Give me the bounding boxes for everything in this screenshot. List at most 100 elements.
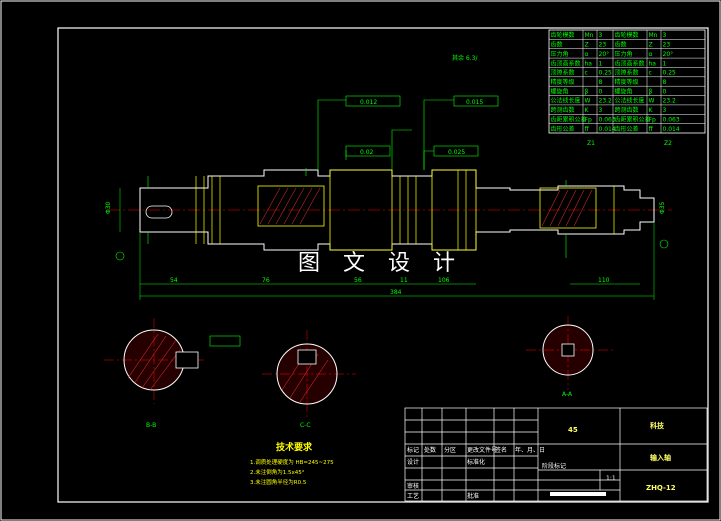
param-cell: 1 bbox=[599, 60, 603, 67]
param-cell: 齿形公差 bbox=[551, 125, 575, 133]
param-cell: 23.2 bbox=[663, 98, 677, 105]
tb-change-doc: 更改文件号 bbox=[467, 446, 497, 454]
param-cell: 3 bbox=[599, 32, 603, 39]
section-view-c: C-C bbox=[262, 330, 356, 429]
tb-approve: 批准 bbox=[467, 492, 479, 500]
table-footer-right: Z2 bbox=[664, 140, 672, 147]
param-cell: 3 bbox=[663, 32, 667, 39]
param-cell: 0.063 bbox=[663, 116, 680, 123]
section-label-cc: C-C bbox=[300, 422, 311, 429]
tolerance-4: 0.025 bbox=[448, 149, 465, 156]
tb-review: 审核 bbox=[407, 482, 419, 490]
param-cell: Fp bbox=[649, 116, 656, 123]
section-view-b: B-B bbox=[104, 318, 241, 429]
tb-signature: 签名 bbox=[495, 446, 507, 454]
param-cell: 0.25 bbox=[663, 70, 677, 77]
param-cell: K bbox=[649, 107, 654, 114]
param-cell: α bbox=[649, 51, 653, 58]
title-block-bar bbox=[550, 492, 606, 496]
param-cell: 齿轮模数 bbox=[615, 31, 639, 39]
param-cell: 顶隙系数 bbox=[551, 69, 575, 77]
param-cell: 0.014 bbox=[599, 126, 616, 133]
param-cell: 0.014 bbox=[663, 126, 680, 133]
tb-drawing-no: ZHQ-12 bbox=[646, 484, 676, 492]
tech-req-line-2: 2.未注倒角为1.5x45° bbox=[250, 468, 305, 476]
param-cell: β bbox=[585, 88, 589, 95]
param-cell: 0 bbox=[599, 88, 603, 95]
tolerance-3: 0.02 bbox=[360, 149, 374, 156]
param-cell: Z bbox=[649, 42, 653, 49]
param-cell: ff bbox=[649, 126, 654, 133]
roughness-note: 其余 6.3/ bbox=[452, 54, 478, 62]
param-cell: 齿形公差 bbox=[615, 125, 639, 133]
tech-req-line-1: 1.调质处理硬度为 HB=245~275 bbox=[250, 458, 334, 466]
param-cell: ha bbox=[585, 60, 593, 67]
param-cell: 齿距累积公差 bbox=[615, 115, 651, 123]
param-cell: 齿距累积公差 bbox=[551, 115, 587, 123]
segment-3: 56 bbox=[354, 277, 362, 284]
tb-company: 科技 bbox=[650, 421, 665, 430]
param-cell: Z bbox=[585, 42, 589, 49]
param-cell: 3 bbox=[599, 107, 603, 114]
tb-count: 处数 bbox=[424, 446, 436, 454]
param-cell: ha bbox=[649, 60, 657, 67]
tb-mark: 标记 bbox=[407, 446, 419, 454]
param-cell: 螺旋角 bbox=[615, 87, 633, 95]
param-cell: 8 bbox=[663, 79, 667, 86]
param-cell: 螺旋角 bbox=[551, 87, 569, 95]
diameter-left: Φ30 bbox=[105, 201, 112, 214]
segment-6: 110 bbox=[598, 277, 610, 284]
tb-zone: 分区 bbox=[444, 446, 456, 454]
param-cell: Fp bbox=[585, 116, 592, 123]
param-cell: 3 bbox=[663, 107, 667, 114]
param-cell: 0.25 bbox=[599, 70, 613, 77]
param-cell: 跨测齿数 bbox=[615, 106, 639, 114]
param-cell: 齿顶高系数 bbox=[615, 59, 645, 67]
tb-scale: 1:1 bbox=[606, 475, 616, 482]
param-cell: 1 bbox=[663, 60, 667, 67]
param-cell: 精度等级 bbox=[615, 78, 639, 86]
param-cell: 齿顶高系数 bbox=[551, 59, 581, 67]
watermark: 图 文 设 计 bbox=[298, 251, 463, 276]
param-cell: c bbox=[585, 70, 588, 77]
param-cell: 跨测齿数 bbox=[551, 106, 575, 114]
technical-requirements: 技术要求 1.调质处理硬度为 HB=245~275 2.未注倒角为1.5x45°… bbox=[250, 441, 334, 486]
param-cell: 20° bbox=[599, 51, 610, 58]
tb-material: 45 bbox=[568, 426, 578, 434]
tech-req-line-3: 3.未注圆角半径为R0.5 bbox=[250, 478, 307, 486]
param-cell: W bbox=[585, 98, 591, 105]
tb-stage: 阶段标记 bbox=[542, 462, 566, 470]
param-cell: 齿数 bbox=[551, 41, 563, 49]
param-cell: 压力角 bbox=[615, 50, 633, 58]
param-cell: 顶隙系数 bbox=[615, 69, 639, 77]
param-cell: 公法线长度 bbox=[615, 97, 645, 105]
tb-process: 工艺 bbox=[407, 492, 419, 500]
segment-1: 54 bbox=[170, 277, 178, 284]
param-cell: 0 bbox=[663, 88, 667, 95]
param-cell: Mn bbox=[649, 32, 658, 39]
param-cell: α bbox=[585, 51, 589, 58]
tb-part-name: 输入轴 bbox=[650, 453, 671, 462]
gear-parameter-table: 齿轮模数 Mn 3 齿轮模数 Mn 3齿数 Z 23 齿数 Z 23压力角 α 20° 压力角 α 20°齿顶… bbox=[548, 29, 706, 147]
param-cell: Mn bbox=[585, 32, 594, 39]
section-label-aa: A-A bbox=[562, 391, 573, 398]
segment-4: 11 bbox=[400, 277, 408, 284]
param-cell: K bbox=[585, 107, 590, 114]
section-view-a: A-A bbox=[526, 316, 614, 398]
param-cell: 公法线长度 bbox=[551, 97, 581, 105]
param-cell: ff bbox=[585, 126, 590, 133]
tb-date: 年、月、日 bbox=[515, 446, 545, 454]
param-cell: 20° bbox=[663, 51, 674, 58]
param-cell: 压力角 bbox=[551, 50, 569, 58]
table-footer-left: Z1 bbox=[587, 140, 595, 147]
tolerance-2: 0.015 bbox=[466, 99, 483, 106]
param-cell: β bbox=[649, 88, 653, 95]
param-cell: 23.2 bbox=[599, 98, 613, 105]
param-cell: 23 bbox=[599, 42, 607, 49]
param-cell: 8 bbox=[599, 79, 603, 86]
segment-5: 106 bbox=[438, 277, 450, 284]
segment-2: 76 bbox=[262, 277, 270, 284]
param-cell: 齿数 bbox=[615, 41, 627, 49]
diameter-right: Φ35 bbox=[659, 201, 666, 214]
param-cell: 齿轮模数 bbox=[551, 31, 575, 39]
